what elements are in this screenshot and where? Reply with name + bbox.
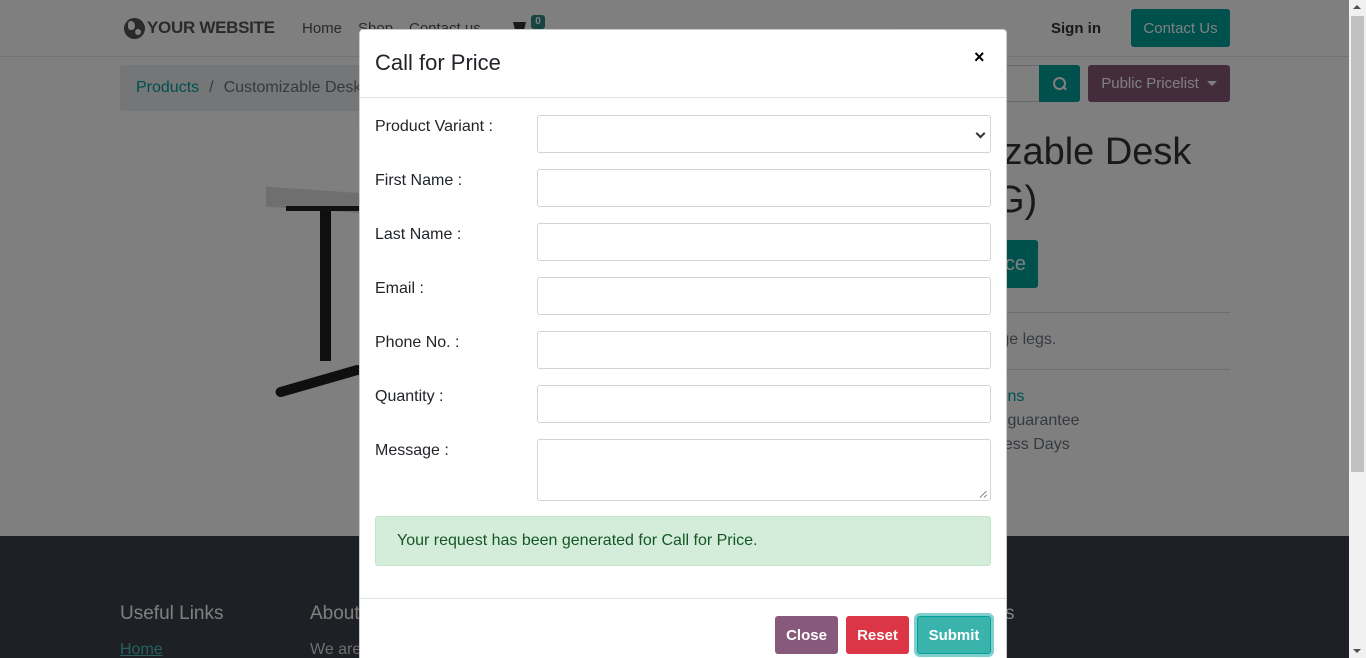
- call-for-price-modal: Call for Price × Product Variant : First…: [359, 29, 1007, 658]
- submit-button[interactable]: Submit: [917, 616, 991, 654]
- email-field[interactable]: [537, 277, 991, 315]
- product-variant-label: Product Variant :: [375, 118, 493, 135]
- scroll-up-arrow-icon[interactable]: [1353, 5, 1361, 9]
- modal-title: Call for Price: [375, 50, 501, 75]
- modal-footer: [360, 598, 1006, 658]
- email-label: Email :: [375, 280, 424, 297]
- first-name-field[interactable]: [537, 169, 991, 207]
- page-scrollbar[interactable]: [1349, 0, 1366, 658]
- last-name-field[interactable]: [537, 223, 991, 261]
- success-alert: Your request has been generated for Call…: [375, 516, 991, 566]
- phone-field[interactable]: [537, 331, 991, 369]
- scroll-down-arrow-icon[interactable]: [1353, 649, 1361, 653]
- modal-header: Call for Price ×: [360, 30, 1006, 98]
- chevron-down-icon: [975, 128, 986, 139]
- close-button[interactable]: Close: [775, 616, 838, 654]
- first-name-label: First Name :: [375, 172, 463, 189]
- message-label: Message :: [375, 442, 449, 459]
- scrollbar-thumb[interactable]: [1351, 16, 1364, 472]
- phone-label: Phone No. :: [375, 334, 460, 351]
- resize-handle-icon[interactable]: [980, 490, 988, 498]
- message-textarea[interactable]: [537, 439, 991, 501]
- quantity-field[interactable]: [537, 385, 991, 423]
- close-icon[interactable]: ×: [974, 47, 985, 68]
- reset-button[interactable]: Reset: [846, 616, 909, 654]
- product-variant-select[interactable]: [537, 115, 991, 153]
- success-alert-text: Your request has been generated for Call…: [397, 532, 758, 549]
- last-name-label: Last Name :: [375, 226, 462, 243]
- quantity-label: Quantity :: [375, 388, 444, 405]
